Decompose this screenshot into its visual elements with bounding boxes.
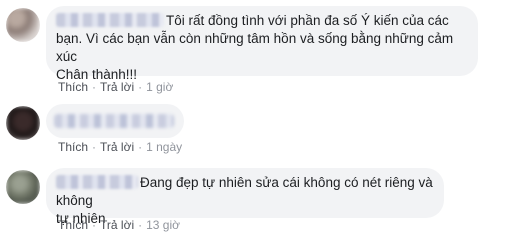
blurred-author-name[interactable] — [56, 13, 164, 27]
reply-link[interactable]: Trả lời — [100, 80, 134, 94]
avatar[interactable] — [6, 106, 40, 140]
timestamp[interactable]: 13 giờ — [146, 218, 180, 232]
comment-actions: Thích · Trả lời · 1 giờ — [58, 80, 173, 94]
separator-dot: · — [92, 80, 97, 94]
comment-bubble: Tôi rất đồng tình với phần đa số Ý kiến … — [46, 6, 478, 82]
like-link[interactable]: Thích — [58, 80, 88, 94]
comment-text-line-2: bạn. Vì các bạn vẫn còn những tâm hồn và… — [56, 31, 454, 64]
reply-link[interactable]: Trả lời — [100, 218, 134, 232]
comment-text-line-1: Tôi rất đồng tình với phần đa số Ý kiến … — [166, 13, 449, 28]
avatar[interactable] — [6, 170, 40, 204]
comment-3: Đang đẹp tự nhiên sửa cái không có nét r… — [0, 165, 511, 242]
timestamp[interactable]: 1 ngày — [146, 140, 182, 154]
separator-dot: · — [138, 140, 143, 154]
separator-dot: · — [138, 80, 143, 94]
comment-actions: Thích · Trả lời · 1 ngày — [58, 140, 182, 154]
comment-bubble: Đang đẹp tự nhiên sửa cái không có nét r… — [46, 168, 444, 226]
comment-bubble — [46, 104, 184, 138]
comment-1: Tôi rất đồng tình với phần đa số Ý kiến … — [0, 0, 511, 95]
separator-dot: · — [92, 140, 97, 154]
avatar[interactable] — [6, 8, 40, 42]
blurred-comment-content — [54, 114, 174, 128]
comment-actions: Thích · Trả lời · 13 giờ — [58, 218, 180, 232]
reply-link[interactable]: Trả lời — [100, 140, 134, 154]
blurred-author-name[interactable] — [56, 175, 138, 189]
separator-dot: · — [92, 218, 97, 232]
timestamp[interactable]: 1 giờ — [146, 80, 173, 94]
like-link[interactable]: Thích — [58, 218, 88, 232]
like-link[interactable]: Thích — [58, 140, 88, 154]
comment-2: Thích · Trả lời · 1 ngày — [0, 100, 511, 160]
separator-dot: · — [138, 218, 143, 232]
